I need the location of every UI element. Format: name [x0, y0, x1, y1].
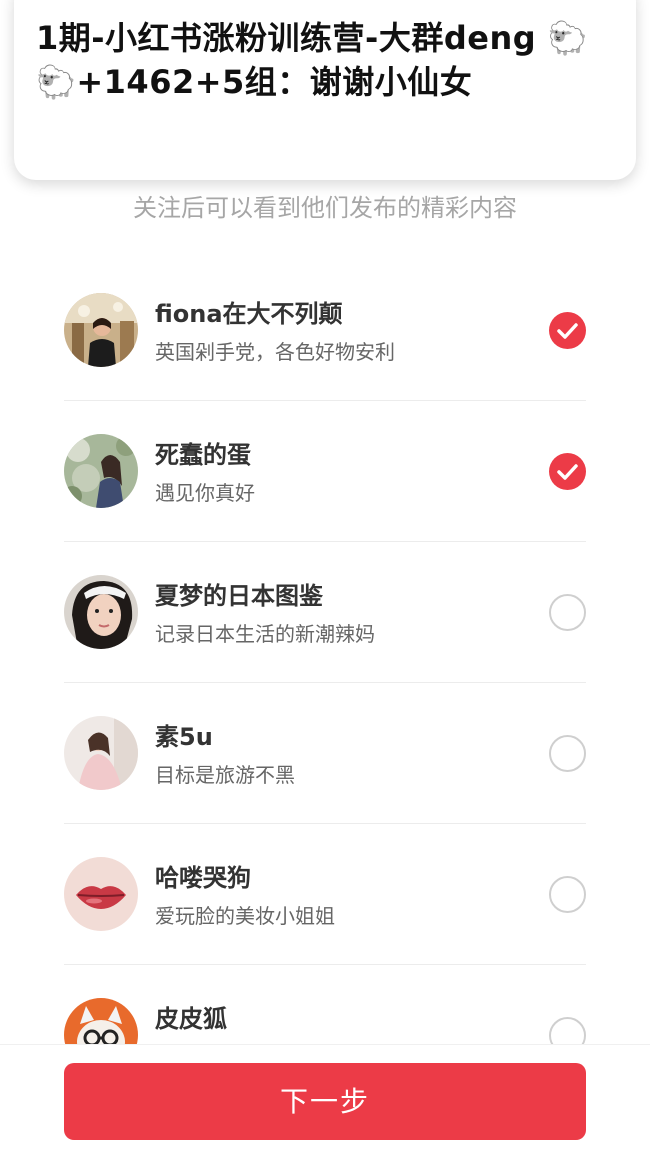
woman-selfie-avatar[interactable]	[64, 575, 138, 649]
user-name: 皮皮狐	[155, 1005, 227, 1033]
checkmark-selected-icon[interactable]	[549, 312, 586, 349]
user-row[interactable]: 素5u 目标是旅游不黑	[64, 683, 586, 824]
user-name: 死蠢的蛋	[155, 441, 251, 469]
notification-banner[interactable]: 1期-小红书涨粉训练营-大群deng 🐑🐑+1462+5组：谢谢小仙女	[14, 0, 636, 180]
user-description: 目标是旅游不黑	[155, 763, 295, 787]
woman-portrait-avatar[interactable]	[64, 293, 138, 367]
user-row[interactable]: 哈喽哭狗 爱玩脸的美妆小姐姐	[64, 824, 586, 965]
user-description: 遇见你真好	[155, 481, 255, 505]
lips-avatar[interactable]	[64, 857, 138, 931]
woman-pink-dress-avatar[interactable]	[64, 716, 138, 790]
page-subtitle: 关注后可以看到他们发布的精彩内容	[133, 194, 517, 222]
woman-garden-avatar[interactable]	[64, 434, 138, 508]
follow-recommendations-screen: 1期-小红书涨粉训练营-大群deng 🐑🐑+1462+5组：谢谢小仙女 关注后可…	[0, 0, 650, 1156]
checkmark-unselected-icon[interactable]	[549, 876, 586, 913]
user-name: fiona在大不列颠	[155, 300, 343, 328]
notification-text: 1期-小红书涨粉训练营-大群deng 🐑🐑+1462+5组：谢谢小仙女	[36, 19, 589, 101]
user-description: 记录日本生活的新潮辣妈	[155, 622, 375, 646]
checkmark-unselected-icon[interactable]	[549, 735, 586, 772]
user-row[interactable]: fiona在大不列颠 英国剁手党，各色好物安利	[64, 260, 586, 401]
user-description: 英国剁手党，各色好物安利	[155, 340, 395, 364]
user-name: 哈喽哭狗	[155, 864, 251, 892]
checkmark-unselected-icon[interactable]	[549, 594, 586, 631]
bottom-action-bar: 下一步	[0, 1044, 650, 1156]
user-name: 夏梦的日本图鉴	[155, 582, 323, 610]
user-description: 爱玩脸的美妆小姐姐	[155, 904, 335, 928]
user-name: 素5u	[155, 723, 213, 751]
user-row[interactable]: 死蠢的蛋 遇见你真好	[64, 401, 586, 542]
next-step-button[interactable]: 下一步	[64, 1063, 586, 1140]
user-row[interactable]: 夏梦的日本图鉴 记录日本生活的新潮辣妈	[64, 542, 586, 683]
checkmark-selected-icon[interactable]	[549, 453, 586, 490]
user-list: fiona在大不列颠 英国剁手党，各色好物安利 死蠢的蛋 遇见你真好 夏梦的日本…	[64, 260, 586, 1106]
